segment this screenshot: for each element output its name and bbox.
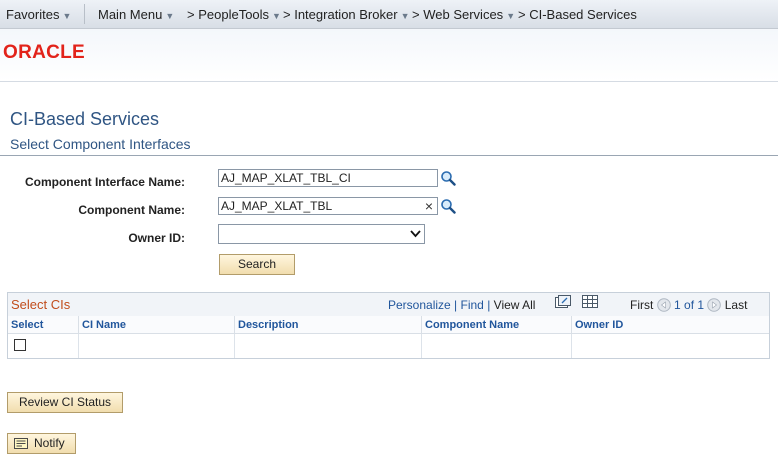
nav-divider [84,4,85,24]
column-header-component-name[interactable]: Component Name [422,316,572,334]
owner-id-label: Owner ID: [128,231,185,245]
table-row-component-cell [422,334,572,358]
breadcrumb-separator: > [412,7,420,22]
breadcrumb-separator: > [187,7,195,22]
toolbar-separator: | [454,298,458,312]
row-select-checkbox[interactable] [14,339,26,351]
find-link[interactable]: Find [461,298,484,312]
grid-title: Select CIs [11,297,71,312]
component-name-label: Component Name: [78,203,185,217]
lookup-icon[interactable] [440,198,456,214]
page-title: CI-Based Services [10,109,160,129]
review-ci-status-button[interactable]: Review CI Status [7,392,123,413]
breadcrumb-peopletools[interactable]: > PeopleTools ▼ [187,7,281,22]
new-window-icon[interactable] [555,295,571,309]
notify-button[interactable]: Notify [7,433,76,454]
table-row-ci-name-cell [79,334,235,358]
chevron-down-icon [410,230,421,238]
view-all-link[interactable]: View All [494,298,536,312]
column-header-select: Select [8,316,79,334]
personalize-link[interactable]: Personalize [388,298,451,312]
table-row-select-cell [8,334,79,358]
component-name-value: AJ_MAP_XLAT_TBL [221,199,333,213]
first-label[interactable]: First [630,298,653,312]
last-label[interactable]: Last [725,298,748,312]
table-row-owner-cell [572,334,769,358]
breadcrumb-ci-based-services[interactable]: > CI-Based Services [518,7,637,22]
breadcrumb-web-services[interactable]: > Web Services ▼ [412,7,515,22]
chevron-down-icon: ▼ [272,11,281,21]
search-button[interactable]: Search [219,254,295,275]
breadcrumb-integration-broker[interactable]: > Integration Broker ▼ [283,7,409,22]
ci-name-input[interactable]: AJ_MAP_XLAT_TBL_CI [218,169,438,187]
breadcrumb-separator: > [518,7,526,22]
lookup-icon[interactable] [440,170,456,186]
chevron-down-icon: ▼ [165,11,175,21]
download-spreadsheet-icon[interactable] [582,295,598,308]
header-banner: ORACLE [0,29,778,82]
select-cis-grid: Select CIs Personalize | Find | View All… [7,292,770,359]
title-divider [0,155,778,156]
page-subtitle: Select Component Interfaces [10,136,191,152]
grid-header: Select CIs Personalize | Find | View All… [8,293,769,317]
page-range: 1 of 1 [674,298,705,312]
chevron-down-icon: ▼ [506,11,516,21]
next-arrow-icon[interactable] [707,298,722,312]
main-menu[interactable]: Main Menu ▼ [98,7,174,22]
clear-icon[interactable]: × [425,198,433,214]
favorites-menu[interactable]: Favorites ▼ [6,7,71,22]
grid-toolbar: Personalize | Find | View All [388,298,535,312]
chevron-down-icon: ▼ [400,11,410,21]
column-header-ci-name[interactable]: CI Name [79,316,235,334]
notify-icon [14,438,28,449]
oracle-logo: ORACLE [3,42,86,63]
chevron-down-icon: ▼ [62,11,72,21]
table-row-description-cell [235,334,422,358]
column-header-owner-id[interactable]: Owner ID [572,316,769,334]
breadcrumb-separator: > [283,7,291,22]
notify-label: Notify [34,436,65,450]
owner-id-select[interactable] [218,224,425,244]
column-header-description[interactable]: Description [235,316,422,334]
component-name-input[interactable]: AJ_MAP_XLAT_TBL × [218,197,438,215]
previous-arrow-icon[interactable] [656,298,671,312]
ci-name-label: Component Interface Name: [24,175,185,189]
grid-pagination: First 1 of 1 Last [630,298,747,312]
top-nav-bar: Favorites ▼ Main Menu ▼ > PeopleTools ▼ > I… [0,0,778,29]
toolbar-separator: | [487,298,491,312]
